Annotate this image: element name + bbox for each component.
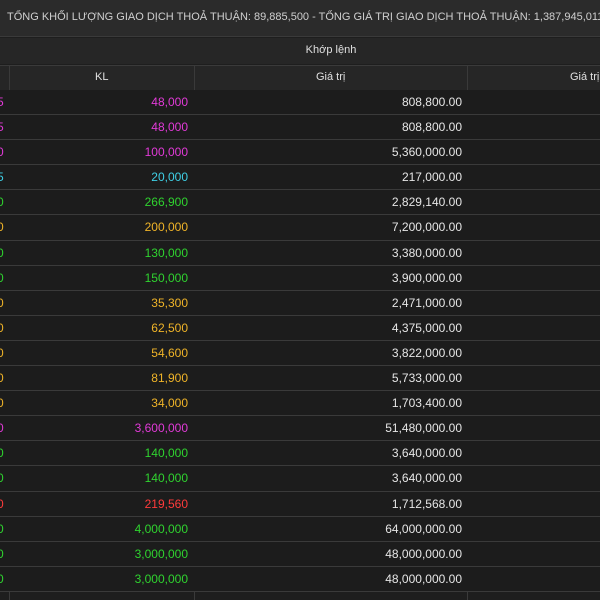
truncated-cell: 0	[0, 421, 4, 436]
table-row[interactable]: 0 3,000,000 48,000,000.00	[0, 541, 600, 567]
truncated-cell: 0	[0, 345, 4, 360]
kl-cell: 34,000	[151, 396, 188, 411]
gia-tri-cell: 48,000,000.00	[385, 571, 462, 586]
table-row[interactable]: 0 4,000,000 64,000,000.00	[0, 516, 600, 542]
kl-cell: 48,000	[151, 95, 188, 109]
kl-cell: 48,000	[151, 120, 188, 135]
kl-cell: 3,000,000	[134, 546, 188, 561]
truncated-cell: 0	[0, 320, 4, 335]
kl-cell: 35,300	[151, 295, 188, 310]
group-header-label: Khớp lệnh	[305, 44, 357, 56]
table-row[interactable]: 0 150,000 3,900,000.00	[0, 265, 600, 291]
column-header-gia-tri[interactable]: Giá trị	[316, 71, 345, 83]
gia-tri-cell: 3,640,000.00	[391, 471, 462, 486]
table-row[interactable]: 0 266,900 2,829,140.00	[0, 190, 600, 216]
gia-tri-cell: 2,829,140.00	[391, 195, 462, 210]
table-row[interactable]: 0 34,000 1,703,400.00	[0, 391, 600, 417]
table-row[interactable]: 5 48,000 808,800.00	[0, 90, 600, 116]
truncated-cell: 0	[0, 371, 4, 386]
gia-tri-cell: 64,000,000.00	[385, 521, 462, 536]
truncated-cell: 0	[0, 396, 4, 411]
kl-cell: 3,600,000	[134, 421, 188, 436]
kl-cell: 20,000	[151, 170, 188, 185]
gia-tri-cell: 1,712,568.00	[391, 496, 462, 511]
table-row[interactable]: 0 35,300 2,471,000.00	[0, 290, 600, 316]
kl-cell: 54,600	[151, 345, 188, 360]
kl-cell: 62,500	[151, 320, 188, 335]
column-header-row: KL Giá trị Giá trị	[0, 65, 600, 91]
gia-tri-cell: 3,822,000.00	[391, 345, 462, 360]
kl-cell: 140,000	[144, 446, 188, 461]
gia-tri-cell: 2,471,000.00	[391, 295, 462, 310]
gia-tri-cell: 808,800.00	[401, 120, 462, 135]
gia-tri-cell: 217,000.00	[401, 170, 462, 185]
summary-bar: TỔNG KHỐI LƯỢNG GIAO DỊCH THOẢ THUẬN: 89…	[0, 0, 600, 37]
table-row[interactable]: 5 48,000 808,800.00	[0, 115, 600, 141]
gia-tri-cell: 5,733,000.00	[391, 371, 462, 386]
kl-cell: 4,000,000	[134, 521, 188, 536]
truncated-cell: 0	[0, 496, 4, 511]
truncated-cell: 0	[0, 295, 4, 310]
gia-tri-cell: 4,375,000.00	[391, 320, 462, 335]
truncated-cell: 0	[0, 471, 4, 486]
truncated-cell: 0	[0, 446, 4, 461]
summary-text: TỔNG KHỐI LƯỢNG GIAO DỊCH THOẢ THUẬN: 89…	[7, 11, 600, 23]
table-row[interactable]: 0 3,600,000 51,480,000.00	[0, 416, 600, 442]
truncated-cell: 0	[0, 571, 4, 586]
table-row[interactable]: 0 200,000 7,200,000.00	[0, 215, 600, 241]
kl-cell: 3,000,000	[134, 571, 188, 586]
truncated-cell: 5	[0, 120, 4, 135]
truncated-cell: 5	[0, 95, 4, 109]
kl-cell: 266,900	[144, 195, 188, 210]
gia-tri-cell: 1,703,400.00	[391, 396, 462, 411]
truncated-cell: 0	[0, 220, 4, 235]
truncated-cell: 0	[0, 521, 4, 536]
gia-tri-cell: 7,200,000.00	[391, 220, 462, 235]
gia-tri-cell: 3,640,000.00	[391, 446, 462, 461]
table-row[interactable]: 0 81,900 5,733,000.00	[0, 366, 600, 392]
kl-cell: 130,000	[144, 245, 188, 260]
truncated-cell: 0	[0, 195, 4, 210]
gia-tri-cell: 808,800.00	[401, 95, 462, 109]
gia-tri-cell: 3,380,000.00	[391, 245, 462, 260]
table-row[interactable]: 0 100,000 5,360,000.00	[0, 140, 600, 166]
kl-cell: 150,000	[144, 270, 188, 285]
kl-cell: 100,000	[144, 145, 188, 160]
table-row[interactable]: 5 20,000 217,000.00	[0, 165, 600, 191]
table-row[interactable]: 0 219,560 1,712,568.00	[0, 491, 600, 517]
truncated-cell: 0	[0, 546, 4, 561]
truncated-cell: 5	[0, 170, 4, 185]
table-row[interactable]: 0 3,000,000 48,000,000.00	[0, 566, 600, 592]
truncated-cell: 0	[0, 245, 4, 260]
trade-table-body: 5 48,000 808,800.00 5 48,000 808,800.00 0 100,0…	[0, 90, 600, 592]
table-row[interactable]: 0 140,000 3,640,000.00	[0, 441, 600, 467]
gia-tri-cell: 48,000,000.00	[385, 546, 462, 561]
table-row[interactable]: 0 130,000 3,380,000.00	[0, 240, 600, 266]
table-row[interactable]: 0 62,500 4,375,000.00	[0, 315, 600, 341]
truncated-cell: 0	[0, 145, 4, 160]
group-header: Khớp lệnh	[0, 38, 600, 64]
gia-tri-cell: 3,900,000.00	[391, 270, 462, 285]
gia-tri-cell: 5,360,000.00	[391, 145, 462, 160]
kl-cell: 200,000	[144, 220, 188, 235]
table-row[interactable]: 0 140,000 3,640,000.00	[0, 466, 600, 492]
kl-cell: 219,560	[144, 496, 188, 511]
gia-tri-cell: 51,480,000.00	[385, 421, 462, 436]
column-header-kl[interactable]: KL	[95, 71, 108, 83]
column-header-gia-tri-2[interactable]: Giá trị	[570, 71, 599, 83]
kl-cell: 81,900	[151, 371, 188, 386]
kl-cell: 140,000	[144, 471, 188, 486]
table-row[interactable]: 0 54,600 3,822,000.00	[0, 340, 600, 367]
truncated-cell: 0	[0, 270, 4, 285]
